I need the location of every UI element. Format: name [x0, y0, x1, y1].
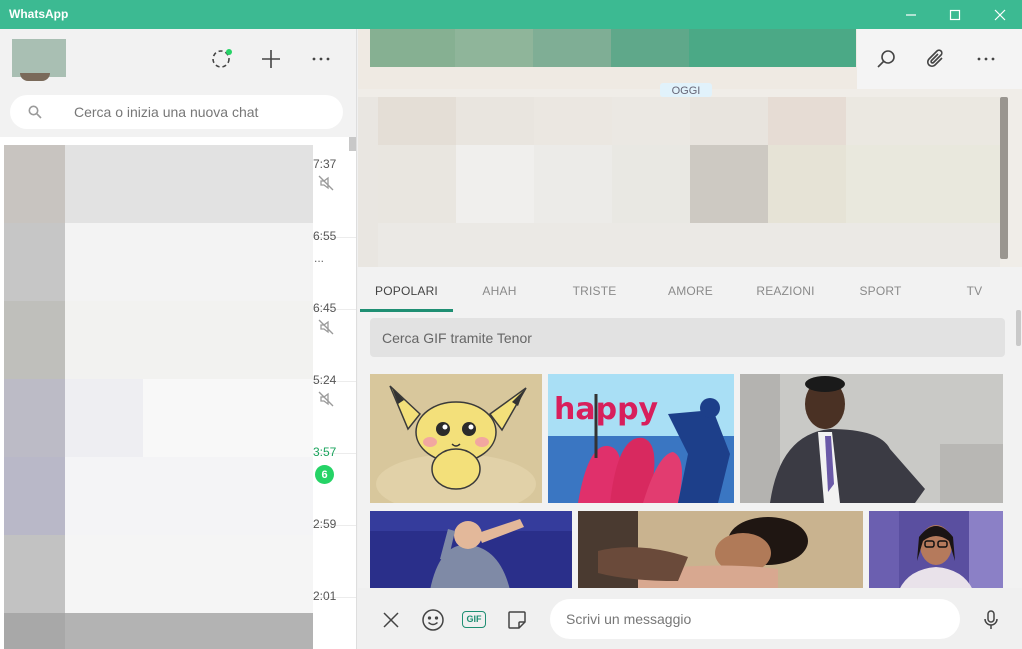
gif-thumbnail[interactable]: [869, 511, 1003, 590]
profile-avatar[interactable]: [12, 39, 66, 81]
maximize-icon: [949, 9, 961, 20]
more-options-icon: [977, 57, 995, 61]
search-box: [10, 95, 343, 129]
emoji-icon: [422, 609, 444, 631]
active-tab-indicator: [360, 309, 453, 312]
microphone-icon: [984, 610, 998, 629]
gif-thumbnail[interactable]: happy: [548, 374, 734, 503]
close-icon: [383, 612, 399, 628]
muted-icon: [318, 391, 334, 407]
chat-time: 5:24: [313, 373, 337, 387]
tab-reazioni[interactable]: REAZIONI: [738, 267, 833, 313]
chat-row[interactable]: 2:59: [313, 505, 349, 577]
chat-time: 7:37: [313, 157, 337, 171]
message-input[interactable]: [566, 599, 946, 639]
chat-time: 6:45: [313, 301, 337, 315]
left-menu-button[interactable]: [307, 45, 335, 73]
gif-button[interactable]: GIF: [462, 611, 486, 628]
emoji-button[interactable]: [419, 606, 447, 634]
compose-bar: GIF: [358, 588, 1022, 649]
chat-row[interactable]: 6:55 ...: [313, 217, 349, 289]
attach-button[interactable]: [922, 45, 950, 73]
muted-icon: [318, 319, 334, 335]
unread-badge: 6: [315, 465, 334, 484]
search-bar: [0, 89, 356, 137]
chat-time: 6:55: [313, 229, 337, 243]
blurred-chat-content: [4, 145, 313, 649]
minimize-button[interactable]: [888, 0, 934, 29]
chat-list-panel: 7:37 6:55 ... 6:45 5:24 3:57 6 2:59 2:01: [0, 29, 357, 649]
minimize-icon: [906, 13, 916, 16]
gif-picker-scrollbar[interactable]: [1016, 310, 1021, 346]
chat-row[interactable]: 5:24: [313, 361, 349, 433]
conversation-header: [358, 29, 1022, 89]
status-button[interactable]: [207, 45, 235, 73]
conversation-header-actions: [857, 29, 1022, 89]
close-picker-button[interactable]: [377, 606, 405, 634]
conversation-menu-button[interactable]: [972, 45, 1000, 73]
tab-popolari[interactable]: POPOLARI: [360, 267, 453, 313]
gif-thumbnail[interactable]: [370, 374, 542, 503]
chat-row[interactable]: 6:45: [313, 289, 349, 361]
date-chip: OGGI: [660, 83, 712, 97]
attach-icon: [926, 49, 943, 68]
gif-caption: happy: [554, 392, 659, 427]
search-icon: [28, 105, 42, 119]
blurred-contact-header[interactable]: [370, 29, 856, 67]
gif-thumbnail[interactable]: [370, 511, 572, 590]
window-title-bar: WhatsApp: [0, 0, 1022, 29]
sticker-button[interactable]: [503, 606, 531, 634]
gif-category-tabs: POPOLARI AHAH TRISTE AMORE REAZIONI SPOR…: [358, 267, 1022, 313]
gif-thumbnail[interactable]: [740, 374, 1003, 503]
close-icon: [994, 9, 1006, 20]
voice-message-button[interactable]: [977, 606, 1005, 634]
chat-preview: ...: [314, 251, 325, 265]
tab-triste[interactable]: TRISTE: [548, 267, 641, 313]
tab-sport[interactable]: SPORT: [834, 267, 927, 313]
chat-list: 7:37 6:55 ... 6:45 5:24 3:57 6 2:59 2:01: [0, 137, 356, 649]
new-chat-icon: [262, 50, 280, 68]
sticker-icon: [508, 611, 526, 629]
gif-search-input[interactable]: [382, 318, 982, 357]
new-status-indicator: [226, 49, 232, 55]
search-input[interactable]: [74, 95, 334, 129]
gif-thumbnail[interactable]: [578, 511, 863, 590]
conversation-scrollbar[interactable]: [1000, 97, 1008, 259]
conversation-panel: OGGI POPOLARI AHAH TRISTE AMORE REAZIONI…: [358, 29, 1022, 649]
maximize-button[interactable]: [932, 0, 978, 29]
message-box: [550, 599, 960, 639]
search-messages-button[interactable]: [872, 45, 900, 73]
chat-row[interactable]: 2:01: [313, 577, 349, 649]
left-header: [0, 29, 356, 89]
tab-amore[interactable]: AMORE: [644, 267, 737, 313]
tab-ahah[interactable]: AHAH: [453, 267, 546, 313]
chat-row[interactable]: 7:37: [313, 145, 349, 217]
blurred-messages: [358, 97, 1022, 267]
chat-time: 2:59: [313, 517, 337, 531]
more-options-icon: [312, 57, 330, 61]
search-icon: [877, 50, 895, 68]
tab-tv[interactable]: TV: [928, 267, 1021, 313]
close-window-button[interactable]: [977, 0, 1022, 29]
muted-icon: [318, 175, 334, 191]
app-title: WhatsApp: [9, 7, 69, 21]
chat-time: 3:57: [313, 445, 337, 459]
chat-time: 2:01: [313, 589, 337, 603]
gif-search-box: [370, 318, 1005, 357]
new-chat-button[interactable]: [257, 45, 285, 73]
chat-list-scrollbar[interactable]: [349, 137, 356, 151]
chat-row[interactable]: 3:57 6: [313, 433, 349, 505]
